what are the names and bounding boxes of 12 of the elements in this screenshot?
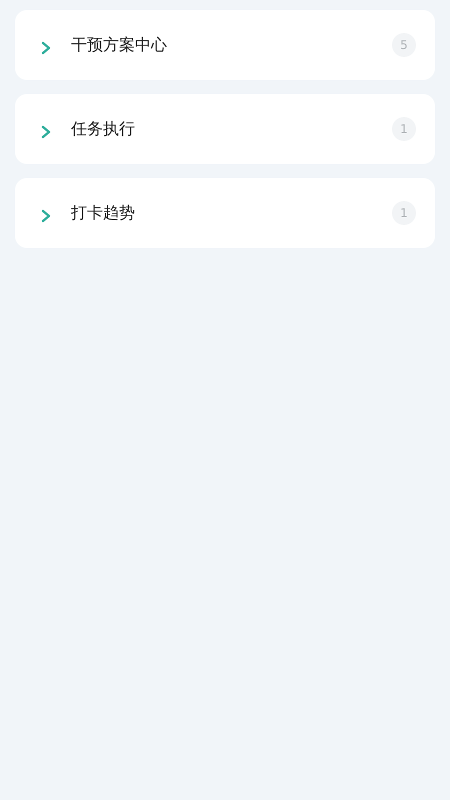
count-badge: 1 [392,201,416,225]
section-title: 打卡趋势 [71,202,136,224]
section-header[interactable]: 打卡趋势 1 [15,178,435,248]
chevron-icon [41,41,51,55]
count-badge: 5 [392,33,416,57]
count-badge: 1 [392,117,416,141]
section-title: 干预方案中心 [71,34,168,56]
section-header[interactable]: 干预方案中心 5 [15,10,435,80]
chevron-icon [41,209,51,223]
section-title: 任务执行 [71,118,136,140]
chevron-icon [41,125,51,139]
section-header[interactable]: 任务执行 1 [15,94,435,164]
